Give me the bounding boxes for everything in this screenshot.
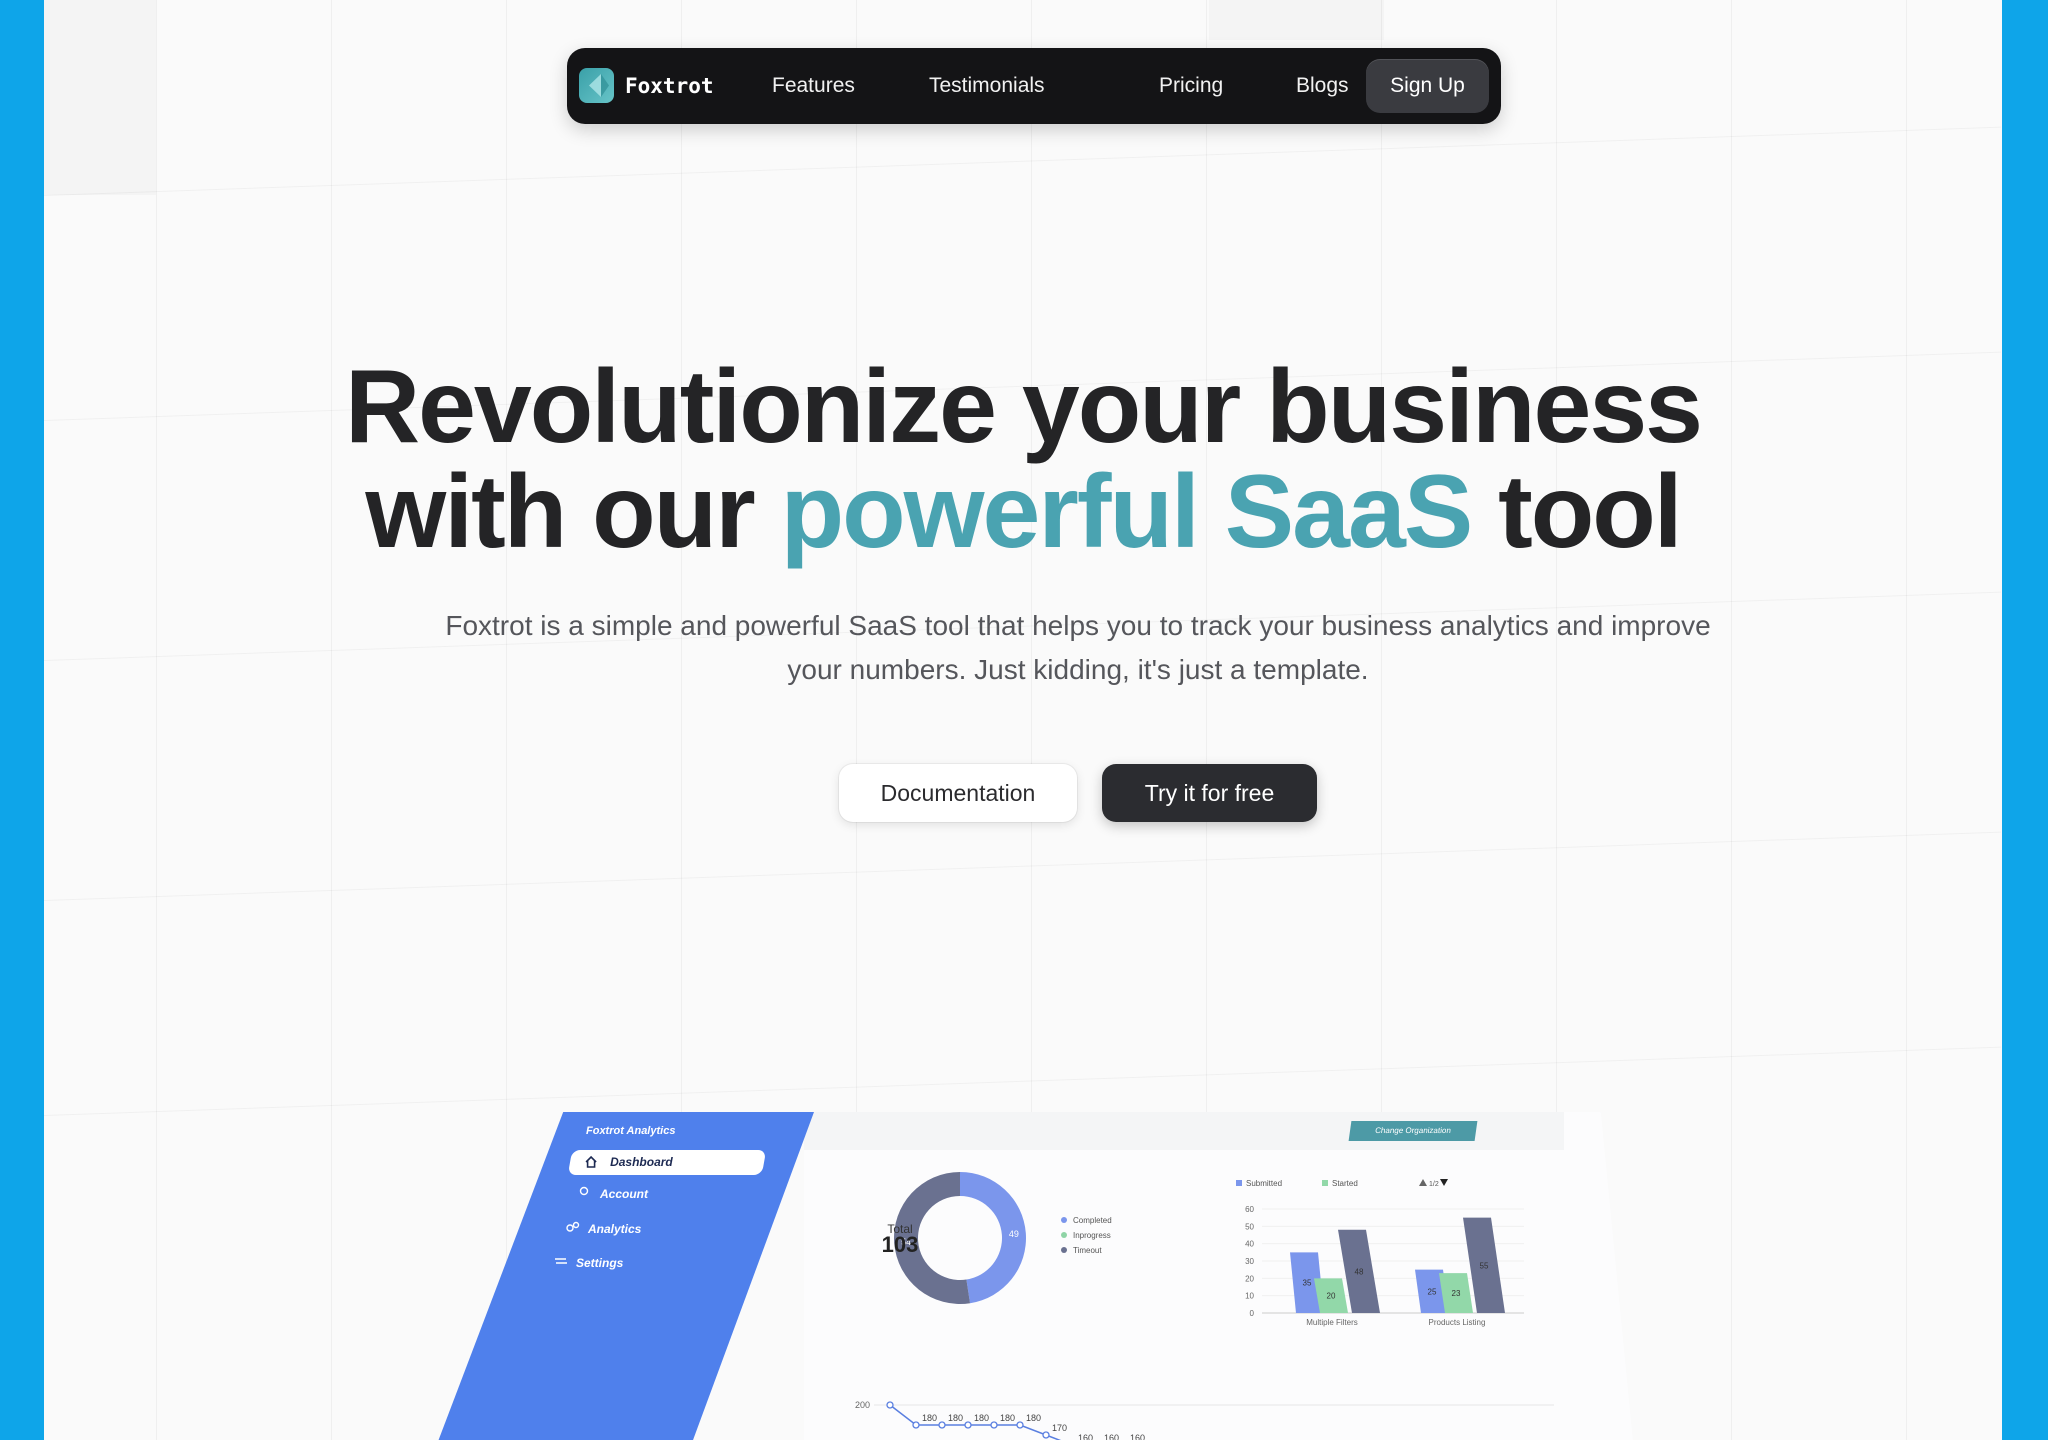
grid-cell-shade [44,0,156,195]
settings-icon [555,1258,567,1264]
donut-legend-label: Timeout [1073,1246,1102,1255]
change-organization-button[interactable]: Change Organization [1348,1121,1478,1141]
sidebar-item-settings[interactable]: Settings [555,1256,624,1270]
sidebar-item-label: Dashboard [610,1155,673,1169]
legend-prev-icon[interactable] [1419,1179,1427,1186]
line-point [990,1421,998,1429]
nav-link-blogs[interactable]: Blogs [1296,70,1349,102]
dashboard-app-title: Foxtrot Analytics [586,1125,676,1137]
top-nav: Foxtrot Features Testimonials Pricing Bl… [567,48,1501,124]
bar-value-label: 25 [1428,1287,1437,1296]
line-point-label: 160 [1104,1433,1119,1440]
line-point [886,1401,894,1409]
nav-link-pricing[interactable]: Pricing [1159,70,1223,102]
legend-page-indicator: 1/2 [1429,1181,1439,1188]
line-point [938,1421,946,1429]
sidebar-item-label: Analytics [588,1222,642,1236]
line-point-label: 180 [974,1413,989,1423]
headline-line-1: Revolutionize your business [344,349,1703,465]
brand-name[interactable]: Foxtrot [625,70,714,102]
bar-value-label: 20 [1327,1292,1336,1301]
bar-value-label: 55 [1480,1261,1489,1270]
nav-link-testimonials[interactable]: Testimonials [929,70,1045,102]
line-point-label: 160 [1078,1433,1093,1440]
foxtrot-logo-icon[interactable] [579,68,614,103]
sidebar-item-label: Account [600,1187,648,1201]
nav-link-features[interactable]: Features [772,70,855,102]
sidebar-item-dashboard[interactable]: Dashboard [567,1150,767,1175]
bar-legend-swatch [1322,1180,1328,1186]
home-icon [585,1155,597,1168]
bar-category-label: Multiple Filters [1306,1318,1358,1327]
bar-legend-label: Started [1332,1179,1358,1188]
line-point [1042,1431,1050,1439]
donut-total-value: 103 [881,1232,919,1257]
line-point-label: 180 [1000,1413,1015,1423]
hero-subtitle: Foxtrot is a simple and powerful SaaS to… [445,610,1711,685]
bar-ytick-label: 10 [1245,1292,1254,1301]
line-point [912,1421,920,1429]
headline-line-2-suffix: tool [1471,454,1683,570]
donut-legend-item: Timeout [1061,1246,1102,1255]
headline-accent: powerful SaaS [780,454,1474,570]
grid-cell-shade [1209,0,1384,40]
sidebar-item-account[interactable]: Account [579,1186,648,1201]
line-point [964,1421,972,1429]
line-point-label: 160 [1130,1433,1145,1440]
bar-ytick-label: 60 [1245,1205,1254,1214]
bar-value-label: 48 [1355,1267,1364,1276]
line-point [1016,1421,1024,1429]
bar-legend-swatch [1236,1180,1242,1186]
sidebar-item-analytics[interactable]: Analytics [566,1221,642,1236]
line-point-label: 180 [922,1413,937,1423]
documentation-button[interactable]: Documentation [839,764,1077,822]
bar-value-label: 35 [1303,1279,1312,1288]
legend-dot-icon [1061,1217,1067,1223]
user-icon [579,1186,589,1196]
line-point-label: 170 [1052,1423,1067,1433]
bar-chart: Submitted Started 1/2 0 10 20 30 40 50 60 35 20 48 Mu… [1236,1179,1524,1327]
analytics-icon [566,1221,580,1232]
try-free-button[interactable]: Try it for free [1102,764,1317,822]
legend-dot-icon [1061,1232,1067,1238]
bar-ytick-label: 40 [1245,1240,1254,1249]
headline-line-2-prefix: with our [365,454,781,570]
line-point-label: 180 [948,1413,963,1423]
legend-next-icon[interactable] [1440,1179,1448,1186]
line-point-label: 180 [1026,1413,1041,1423]
bar-ytick-label: 50 [1245,1222,1254,1231]
bar-category-label: Products Listing [1429,1318,1486,1327]
donut-slice-label: 49 [1009,1229,1019,1239]
donut-legend-item: Completed [1061,1216,1112,1225]
sign-up-button[interactable]: Sign Up [1366,59,1489,113]
donut-legend-label: Completed [1073,1216,1112,1225]
page: Foxtrot Features Testimonials Pricing Bl… [44,0,2002,1440]
bar-ytick-label: 30 [1245,1257,1254,1266]
donut-legend-label: Inprogress [1073,1231,1111,1240]
dashboard-preview: Foxtrot Analytics Dashboard Account Anal… [44,1112,2002,1440]
bar-ytick-label: 0 [1250,1309,1255,1318]
bar-ytick-label: 20 [1245,1274,1254,1283]
hero-headline: Revolutionize your business with our pow… [44,355,2002,565]
donut-chart: 49054 [894,1172,1026,1304]
donut-legend-item: Inprogress [1061,1231,1111,1240]
line-ytick-label: 200 [855,1400,870,1410]
line-chart: 200 180 180 180 180 180 170 160 160 160 [855,1400,1554,1440]
bar-value-label: 23 [1452,1289,1461,1298]
bar-legend-label: Submitted [1246,1179,1282,1188]
sidebar-item-label: Settings [576,1256,624,1270]
legend-dot-icon [1061,1247,1067,1253]
